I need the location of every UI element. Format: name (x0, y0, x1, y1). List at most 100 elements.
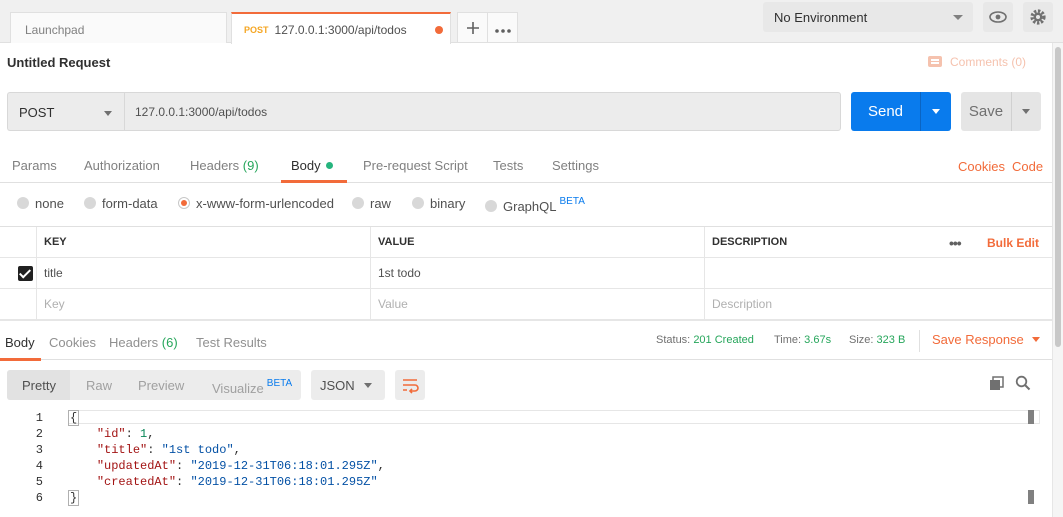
view-raw[interactable]: Raw (86, 378, 112, 393)
response-tab-test-results[interactable]: Test Results (196, 335, 267, 350)
size-readout: Size: 323 B (849, 334, 905, 346)
chevron-down-icon (1031, 337, 1040, 342)
radio-form-data[interactable]: form-data (84, 196, 158, 211)
description-cell[interactable] (705, 258, 1053, 288)
beta-badge: BETA (559, 196, 585, 207)
active-dot-icon (325, 162, 333, 169)
url-input[interactable] (124, 92, 841, 131)
status-readout: Status: 201 Created (656, 334, 754, 346)
tab-body-label: Body (291, 158, 321, 173)
request-title[interactable]: Untitled Request (7, 55, 110, 70)
code-line: "id": 1, (96, 427, 155, 441)
radio-label: none (35, 196, 64, 211)
key-placeholder[interactable]: Key (37, 289, 371, 319)
radio-none[interactable]: none (17, 196, 64, 211)
wrap-lines-icon[interactable] (395, 370, 425, 400)
method-select[interactable]: POST (7, 92, 124, 131)
checkbox-checked-icon[interactable] (18, 266, 33, 281)
tab-headers[interactable]: Headers (9) (190, 158, 259, 173)
tab-params[interactable]: Params (12, 158, 57, 173)
response-body-editor[interactable]: 1 2 3 4 5 6 { "id": 1, "title": "1st tod… (0, 410, 1040, 517)
code-link[interactable]: Code (1012, 159, 1043, 174)
code-line: "title": "1st todo", (96, 443, 241, 457)
copy-icon[interactable] (989, 376, 1005, 395)
description-placeholder[interactable]: Description (705, 289, 1053, 319)
table-row: title 1st todo (0, 258, 1053, 289)
comments-button[interactable]: Comments (0) (928, 55, 1026, 69)
tab-pre-request-script[interactable]: Pre-request Script (363, 158, 468, 173)
send-options-chevron-icon[interactable] (920, 92, 951, 131)
status-label: Status: (656, 334, 691, 346)
code-line: "updatedAt": "2019-12-31T06:18:01.295Z", (96, 459, 385, 473)
code-line: } (68, 490, 385, 506)
line-number: 1 (35, 411, 43, 425)
scrollbar[interactable] (1052, 43, 1063, 517)
chevron-down-icon (953, 15, 963, 20)
search-icon[interactable] (1015, 375, 1031, 394)
tab-tests[interactable]: Tests (493, 158, 523, 173)
row-checkbox-cell (0, 258, 37, 288)
save-button[interactable]: Save (961, 92, 1011, 131)
line-numbers: 1 2 3 4 5 6 (0, 410, 60, 506)
view-visualize-label: Visualize (212, 381, 264, 396)
response-tab-body[interactable]: Body (5, 335, 35, 350)
value-placeholder[interactable]: Value (371, 289, 705, 319)
code-line: { (68, 410, 385, 426)
radio-raw[interactable]: raw (352, 196, 391, 211)
table-header-cell (0, 227, 37, 257)
radio-circle (17, 197, 29, 209)
plus-icon[interactable] (457, 12, 488, 43)
value-cell[interactable]: 1st todo (371, 258, 705, 288)
time-label: Time: (774, 334, 802, 346)
scrollbar-thumb[interactable] (1055, 47, 1061, 347)
cookies-link[interactable]: Cookies (958, 159, 1005, 174)
eye-icon[interactable] (983, 2, 1013, 32)
chevron-down-icon (104, 111, 112, 116)
editor-scroll-marker (1028, 410, 1034, 424)
view-visualize[interactable]: Visualize BETA (212, 378, 292, 396)
beta-badge: BETA (266, 378, 293, 389)
radio-circle (84, 197, 96, 209)
radio-label: form-data (102, 196, 158, 211)
view-mode-group: Pretty Raw Preview Visualize BETA (7, 370, 301, 400)
tab-active-request[interactable]: POST 127.0.0.1:3000/api/todos (231, 12, 451, 44)
radio-graphql[interactable]: GraphQL BETA (485, 196, 585, 214)
response-tab-cookies[interactable]: Cookies (49, 335, 96, 350)
json-brace: } (68, 490, 80, 506)
json-value: "1st todo" (161, 443, 234, 457)
bulk-edit-link[interactable]: Bulk Edit (987, 236, 1039, 250)
radio-urlencoded[interactable]: x-www-form-urlencoded (178, 196, 334, 211)
save-response-button[interactable]: Save Response (932, 332, 1040, 347)
method-value: POST (19, 105, 55, 120)
more-horizontal-icon[interactable] (487, 12, 518, 43)
editor-scroll-marker (1028, 490, 1034, 504)
gear-icon[interactable] (1023, 2, 1053, 32)
view-pretty[interactable]: Pretty (22, 378, 56, 393)
save-options-chevron-icon[interactable] (1011, 92, 1041, 131)
comments-label: Comments (0) (950, 55, 1027, 69)
tab-launchpad[interactable]: Launchpad (10, 12, 227, 43)
environment-select[interactable]: No Environment (763, 2, 973, 32)
radio-label: GraphQL (503, 199, 557, 214)
tab-authorization[interactable]: Authorization (84, 158, 160, 173)
params-table: KEY VALUE DESCRIPTION ••• Bulk Edit titl… (0, 226, 1053, 320)
tab-settings[interactable]: Settings (552, 158, 599, 173)
radio-label: binary (430, 196, 466, 211)
radio-binary[interactable]: binary (412, 196, 465, 211)
json-key: "createdAt" (96, 475, 177, 489)
active-tab-indicator (0, 358, 41, 361)
response-tab-headers-label: Headers (109, 335, 159, 350)
tab-body[interactable]: Body (291, 158, 333, 173)
format-select[interactable]: JSON (311, 370, 385, 400)
column-description-label: DESCRIPTION (712, 236, 788, 248)
json-value: 1 (140, 427, 148, 441)
column-value: VALUE (371, 227, 705, 257)
send-button[interactable]: Send (851, 92, 920, 131)
json-key: "id" (96, 427, 126, 441)
view-preview[interactable]: Preview (138, 378, 184, 393)
more-horizontal-icon[interactable]: ••• (949, 235, 962, 251)
tab-headers-count: (9) (242, 158, 259, 173)
response-tab-headers[interactable]: Headers (6) (109, 335, 178, 350)
line-number: 3 (35, 443, 43, 457)
key-cell[interactable]: title (37, 258, 371, 288)
